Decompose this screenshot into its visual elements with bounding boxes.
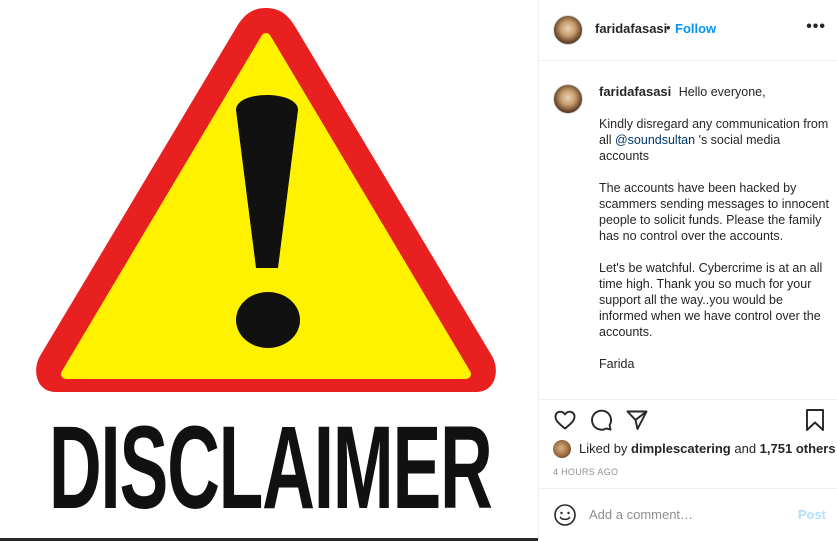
caption-signoff: Farida [599,357,635,371]
mention-link[interactable]: @soundsultan [615,133,695,147]
caption-p2: The accounts have been hacked by scammer… [599,181,829,243]
comment-input[interactable]: Add a comment… [589,507,693,522]
action-bar [539,402,837,438]
disclaimer-text: DISCLAIMER [48,402,493,534]
heart-icon[interactable] [553,408,577,437]
header-username[interactable]: faridafasasi [595,21,667,36]
post-image: DISCLAIMER [0,0,538,541]
exclamation-dot [236,292,300,348]
avatar[interactable] [553,15,583,45]
post-timestamp[interactable]: 4 HOURS AGO [553,467,618,477]
more-options-icon[interactable]: ••• [806,18,826,36]
separator-dot: • [666,20,671,35]
post-header: faridafasasi • Follow ••• [539,0,837,61]
caption-text: faridafasasi Hello everyone, Kindly disr… [599,84,831,388]
caption-greeting: Hello everyone, [678,85,766,99]
likes-prefix: Liked by [579,441,632,456]
comment-icon[interactable] [589,408,613,437]
comment-bar: Add a comment… Post [539,488,837,541]
warning-triangle-icon [36,8,496,392]
follow-button[interactable]: Follow [675,21,716,36]
emoji-icon[interactable] [553,503,577,532]
share-icon[interactable] [625,408,649,437]
caption-avatar[interactable] [553,84,583,114]
post-side-panel: faridafasasi • Follow ••• faridafasasi H… [538,0,837,541]
likes-count-link[interactable]: 1,751 others [760,441,836,456]
post-comment-button[interactable]: Post [798,507,826,522]
liker-avatar[interactable] [553,440,571,458]
caption-p3: Let's be watchful. Cybercrime is at an a… [599,261,823,339]
caption-username[interactable]: faridafasasi [599,84,671,99]
caption-area: faridafasasi Hello everyone, Kindly disr… [539,62,837,400]
liker-username[interactable]: dimplescatering [631,441,731,456]
likes-middle: and [730,441,760,456]
bookmark-icon[interactable] [804,408,826,437]
